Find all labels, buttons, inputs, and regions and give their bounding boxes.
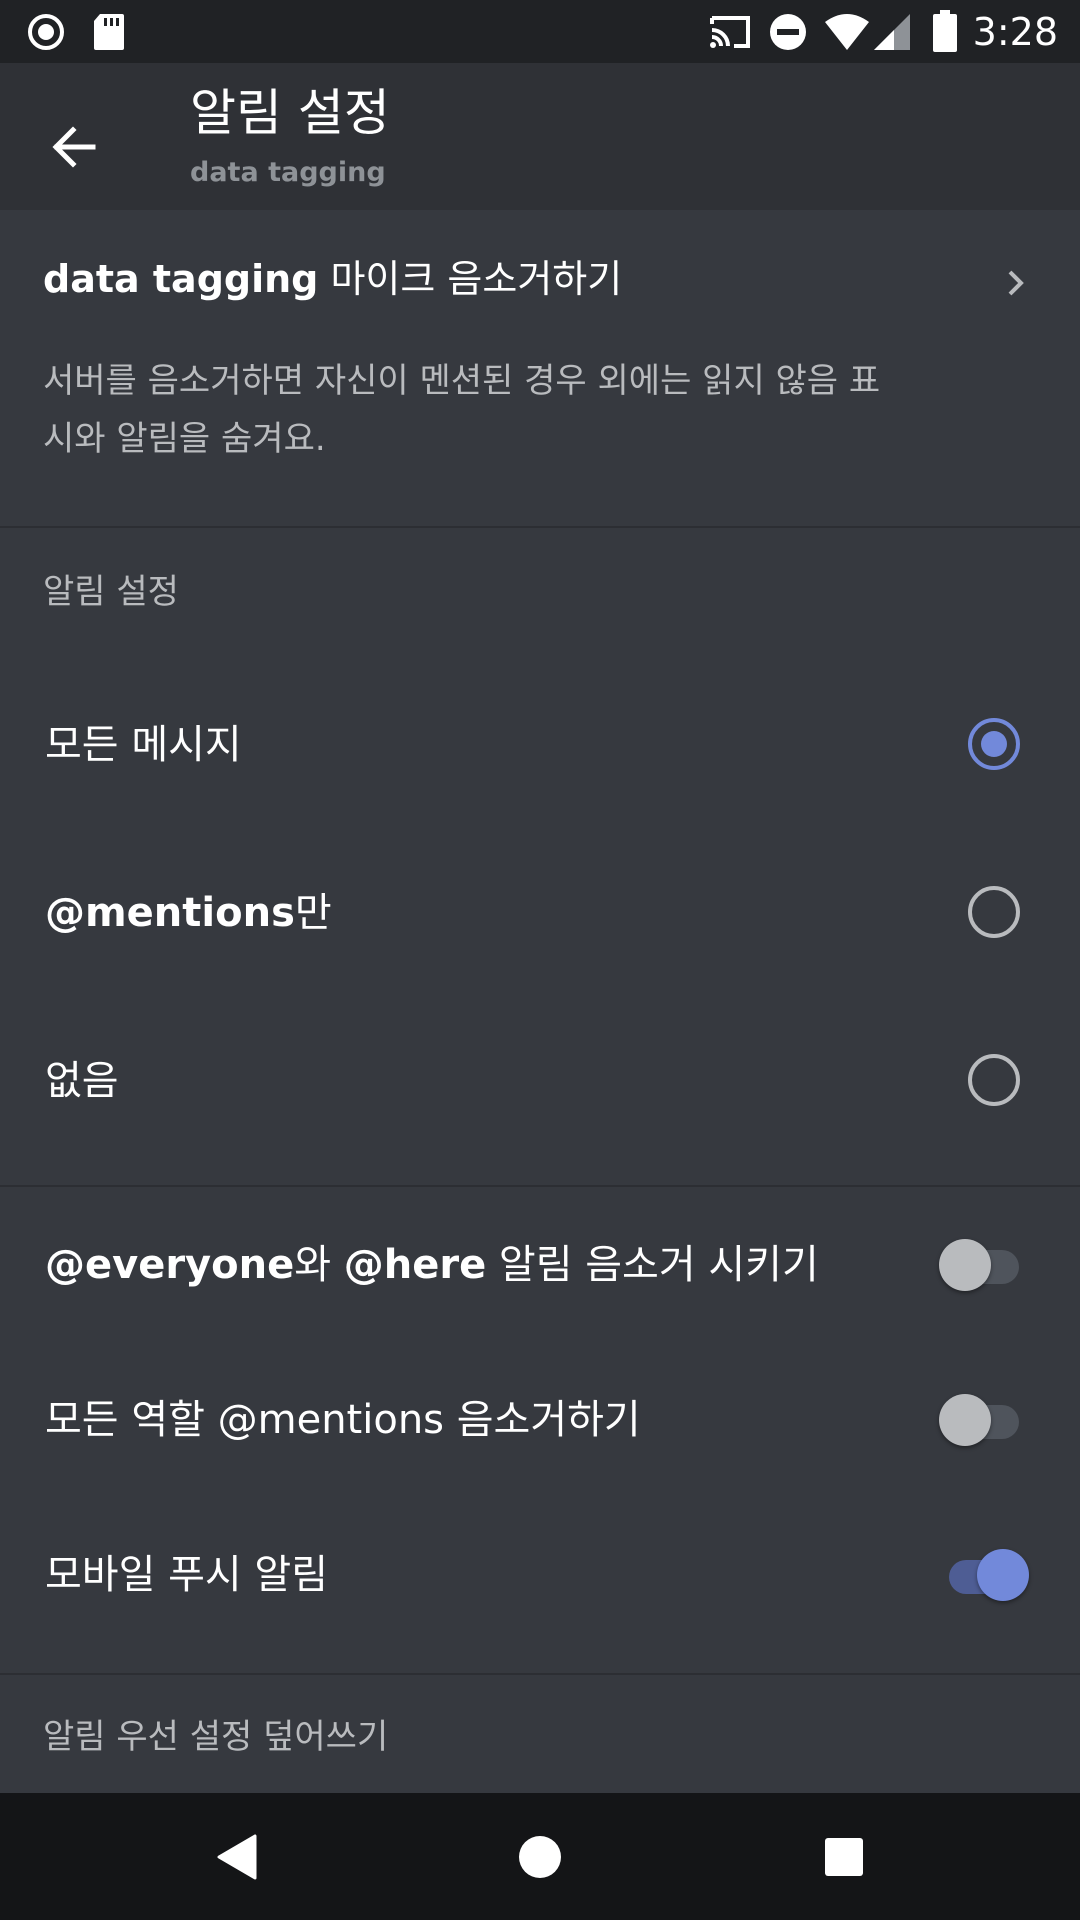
toggle-label-suffix: 알림 음소거 시키기	[486, 1242, 819, 1288]
nav-recents-button[interactable]	[812, 1825, 876, 1889]
option-label: @mentions만	[45, 888, 332, 938]
mute-server-row[interactable]: data tagging 마이크 음소거하기	[0, 210, 1080, 320]
app-bar: 알림 설정 data tagging	[0, 63, 1080, 210]
wifi-icon	[825, 14, 869, 50]
option-all-messages[interactable]: 모든 메시지	[0, 660, 1080, 828]
here-text: @here	[343, 1242, 487, 1288]
page-title: 알림 설정	[190, 84, 390, 142]
circle-home-icon	[519, 1836, 561, 1878]
toggle-suppress-roles[interactable]	[939, 1394, 1025, 1446]
everyone-text: @everyone	[45, 1242, 295, 1288]
record-icon	[28, 14, 64, 50]
radio-mentions-only[interactable]	[968, 886, 1020, 938]
square-recents-icon	[825, 1838, 863, 1876]
divider	[0, 526, 1080, 528]
mute-server-label: data tagging 마이크 음소거하기	[43, 255, 622, 303]
clock-time: 3:28	[972, 10, 1058, 54]
do-not-disturb-icon	[770, 14, 806, 50]
toggle-thumb	[977, 1549, 1029, 1601]
toggle-label-mid: 와	[294, 1242, 344, 1288]
toggle-suppress-everyone[interactable]	[939, 1239, 1025, 1291]
mentions-text: @mentions	[45, 890, 295, 936]
nav-home-button[interactable]	[508, 1825, 572, 1889]
toggle-thumb	[939, 1239, 991, 1291]
toggle-row-push-notifications[interactable]: 모바일 푸시 알림	[0, 1500, 1080, 1650]
option-label: 모든 메시지	[45, 722, 242, 768]
chevron-right-icon	[1008, 270, 1024, 296]
option-mentions-only[interactable]: @mentions만	[0, 828, 1080, 996]
mute-description: 서버를 음소거하면 자신이 멘션된 경우 외에는 읽지 않음 표시와 알림을 숨…	[43, 361, 881, 459]
toggle-push-notifications[interactable]	[939, 1549, 1029, 1601]
navigation-bar	[0, 1793, 1080, 1920]
mute-label-suffix: 마이크 음소거하기	[318, 257, 623, 301]
cast-icon	[710, 16, 750, 48]
nav-back-button[interactable]	[205, 1825, 269, 1889]
notification-settings-header: 알림 설정	[43, 572, 179, 612]
radio-all-messages[interactable]	[968, 718, 1020, 770]
mentions-suffix: 만	[294, 890, 332, 936]
toggle-row-suppress-roles[interactable]: 모든 역할 @mentions 음소거하기	[0, 1345, 1080, 1495]
radio-nothing[interactable]	[968, 1054, 1020, 1106]
toggle-row-suppress-everyone[interactable]: @everyone와 @here 알림 음소거 시키기	[0, 1190, 1080, 1340]
battery-icon	[933, 10, 957, 52]
toggle-thumb	[939, 1394, 991, 1446]
sd-card-icon	[94, 14, 124, 50]
option-nothing[interactable]: 없음	[0, 996, 1080, 1164]
server-name: data tagging	[43, 257, 319, 301]
triangle-back-icon	[217, 1834, 257, 1880]
back-button[interactable]	[30, 103, 118, 191]
divider	[0, 1185, 1080, 1187]
signal-icon	[874, 14, 910, 50]
option-label: 없음	[45, 1058, 119, 1104]
toggle-label: @everyone와 @here 알림 음소거 시키기	[45, 1240, 819, 1290]
status-bar: 3:28	[0, 0, 1080, 63]
toggle-label: 모든 역할 @mentions 음소거하기	[45, 1397, 641, 1443]
divider	[0, 1673, 1080, 1675]
page-subtitle: data tagging	[190, 157, 386, 188]
arrow-left-icon	[52, 126, 96, 168]
overrides-header: 알림 우선 설정 덮어쓰기	[43, 1717, 389, 1757]
toggle-label: 모바일 푸시 알림	[45, 1552, 329, 1598]
